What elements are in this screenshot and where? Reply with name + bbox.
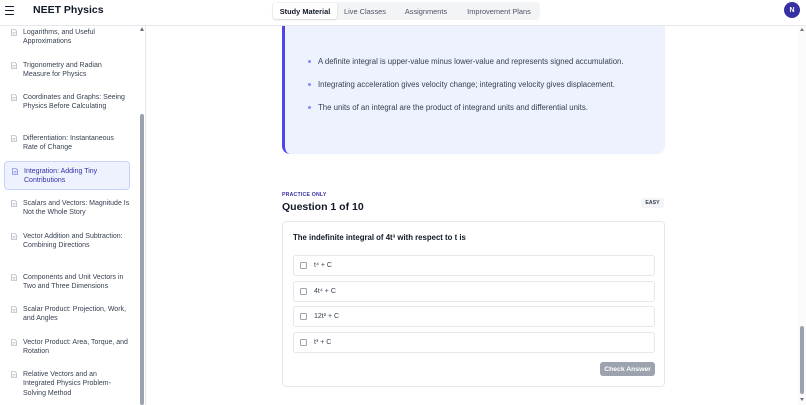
sidebar-item-label: Coordinates and Graphs: Seeing Physics B…: [23, 94, 125, 111]
document-icon: [12, 168, 18, 175]
option-label: 4t⁴ + C: [314, 288, 336, 295]
document-icon: [11, 233, 17, 240]
sidebar-item[interactable]: Vector Product: Area, Torque, and Rotati…: [4, 338, 130, 357]
sidebar-item[interactable]: Coordinates and Graphs: Seeing Physics B…: [4, 93, 130, 112]
answer-option[interactable]: t³ + C: [293, 332, 655, 353]
document-icon: [11, 29, 17, 36]
summary-card: A definite integral is upper-value minus…: [282, 26, 665, 154]
document-icon: [11, 306, 17, 313]
summary-bullet: A definite integral is upper-value minus…: [308, 57, 624, 66]
summary-bullet: The units of an integral are the product…: [308, 103, 588, 112]
summary-text: A definite integral is upper-value minus…: [318, 57, 624, 66]
answer-option[interactable]: 4t⁴ + C: [293, 281, 655, 302]
document-icon: [11, 94, 17, 101]
question-card: The indefinite integral of 4t³ with resp…: [282, 221, 665, 387]
summary-text: Integrating acceleration gives velocity …: [318, 80, 615, 89]
bullet-dot-icon: [308, 60, 311, 63]
document-icon: [11, 371, 17, 378]
practice-tag: PRACTICE ONLY: [282, 192, 327, 198]
tab-study-material[interactable]: Study Material: [273, 3, 337, 19]
sidebar-item-label: Scalars and Vectors: Magnitude Is Not th…: [23, 200, 130, 217]
sidebar-item[interactable]: Logarithms, and Useful Approximations: [4, 28, 130, 47]
answer-option[interactable]: 12t² + C: [293, 306, 655, 327]
tab-improvement-plans[interactable]: Improvement Plans: [459, 3, 539, 19]
checkbox[interactable]: [300, 262, 307, 269]
checkbox[interactable]: [300, 313, 307, 320]
menu-icon[interactable]: [5, 6, 14, 15]
sidebar-item-label: Integration: Adding Tiny Contributions: [24, 168, 98, 185]
page-scroll-thumb[interactable]: [800, 326, 804, 394]
sidebar-item[interactable]: Relative Vectors and an Integrated Physi…: [4, 370, 130, 398]
option-label: 12t² + C: [314, 313, 340, 320]
document-icon: [11, 135, 17, 142]
option-label: t³ + C: [314, 339, 332, 346]
document-icon: [11, 274, 17, 281]
bullet-dot-icon: [308, 106, 311, 109]
sidebar-item-label: Relative Vectors and an Integrated Physi…: [23, 371, 111, 397]
main-tabs: Study Material Live Classes Assignments …: [272, 2, 540, 20]
summary-text: The units of an integral are the product…: [318, 103, 588, 112]
sidebar-item-label: Components and Unit Vectors in Two and T…: [23, 274, 124, 291]
document-icon: [11, 200, 17, 207]
avatar[interactable]: N: [784, 2, 800, 18]
sidebar-item-label: Vector Addition and Subtraction: Combini…: [23, 233, 123, 250]
sidebar-item-label: Logarithms, and Useful Approximations: [23, 29, 95, 46]
sidebar-item[interactable]: Scalars and Vectors: Magnitude Is Not th…: [4, 199, 130, 218]
option-label: t⁴ + C: [314, 262, 332, 269]
sidebar-item-label: Trigonometry and Radian Measure for Phys…: [23, 62, 102, 79]
question-title: Question 1 of 10: [282, 201, 364, 213]
sidebar-item[interactable]: Vector Addition and Subtraction: Combini…: [4, 232, 130, 251]
sidebar-item[interactable]: Components and Unit Vectors in Two and T…: [4, 273, 130, 292]
app-title: NEET Physics: [33, 4, 104, 16]
scroll-up-arrow-icon[interactable]: [800, 28, 804, 31]
sidebar-scroll-thumb[interactable]: [140, 114, 144, 405]
sidebar-item[interactable]: Differentiation: Instantaneous Rate of C…: [4, 134, 130, 153]
sidebar-item-label: Scalar Product: Projection, Work, and An…: [23, 306, 126, 323]
summary-bullet: Integrating acceleration gives velocity …: [308, 80, 615, 89]
tab-assignments[interactable]: Assignments: [393, 3, 459, 19]
difficulty-badge: EASY: [641, 198, 664, 208]
document-icon: [11, 339, 17, 346]
tab-live-classes[interactable]: Live Classes: [337, 3, 393, 19]
bullet-dot-icon: [308, 83, 311, 86]
sidebar-item-label: Vector Product: Area, Torque, and Rotati…: [23, 339, 128, 356]
sidebar-scrollbar[interactable]: [139, 26, 145, 405]
main-content: A definite integral is upper-value minus…: [146, 26, 798, 405]
check-answer-button[interactable]: Check Answer: [600, 362, 655, 376]
scroll-up-arrow-icon[interactable]: [140, 27, 144, 31]
answer-option[interactable]: t⁴ + C: [293, 255, 655, 276]
sidebar-item[interactable]: Trigonometry and Radian Measure for Phys…: [4, 61, 130, 80]
top-bar: NEET Physics Study Material Live Classes…: [0, 0, 806, 26]
sidebar-item-active[interactable]: Integration: Adding Tiny Contributions: [4, 161, 130, 190]
sidebar-item-label: Differentiation: Instantaneous Rate of C…: [23, 135, 114, 152]
checkbox[interactable]: [300, 288, 307, 295]
sidebar-item[interactable]: Scalar Product: Projection, Work, and An…: [4, 305, 130, 324]
chapter-sidebar: Logarithms, and Useful Approximations Tr…: [0, 26, 146, 405]
checkbox[interactable]: [300, 339, 307, 346]
page-scrollbar[interactable]: [798, 26, 806, 405]
question-text: The indefinite integral of 4t³ with resp…: [293, 233, 466, 242]
scroll-down-arrow-icon[interactable]: [800, 398, 804, 401]
document-icon: [11, 62, 17, 69]
